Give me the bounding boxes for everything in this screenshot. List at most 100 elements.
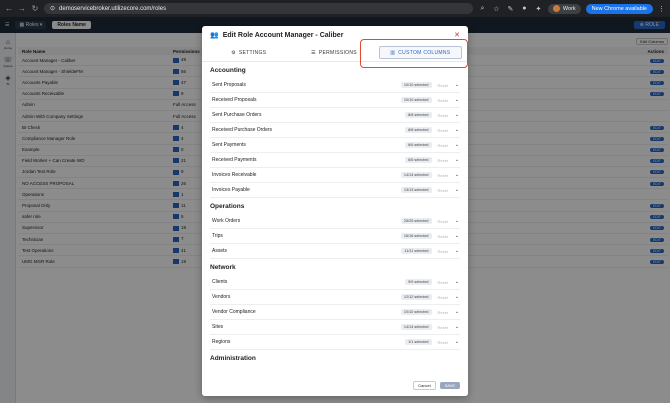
chrome-update-button[interactable]: New Chrome available (585, 3, 653, 14)
reset-button[interactable]: Reset (438, 173, 448, 178)
chevron-down-icon[interactable]: ⌄ (454, 97, 460, 103)
column-group-row[interactable]: Regions 1/1 selected Reset ⌄ (210, 335, 460, 350)
column-group-row[interactable]: Work Orders 25/25 selected Reset ⌄ (210, 214, 460, 229)
chevron-down-icon[interactable]: ⌄ (454, 187, 460, 193)
edit-button[interactable]: EDIT (650, 125, 664, 130)
column-group-name: Regions (212, 339, 231, 345)
edit-button[interactable]: EDIT (650, 92, 664, 97)
column-group-row[interactable]: Assets 11/11 selected Reset ⌄ (210, 244, 460, 259)
reload-icon[interactable]: ↻ (31, 4, 39, 13)
permission-count: 41 (181, 247, 187, 253)
reset-button[interactable]: Reset (438, 83, 448, 88)
reset-button[interactable]: Reset (438, 219, 448, 224)
edit-button[interactable]: EDIT (650, 80, 664, 85)
edit-button[interactable]: EDIT (650, 181, 664, 186)
cancel-button[interactable]: Cancel (413, 380, 436, 390)
reset-button[interactable]: Reset (438, 234, 448, 239)
column-group-row[interactable]: Clients 9/9 selected Reset ⌄ (210, 275, 460, 290)
edit-button[interactable]: EDIT (650, 226, 664, 231)
column-group-row[interactable]: Invoices Payable 13/13 selected Reset ⌄ (210, 183, 460, 198)
tab-settings[interactable]: ⚙ SETTINGS (208, 46, 289, 59)
reset-button[interactable]: Reset (438, 98, 448, 103)
site-info-icon[interactable]: ⊙ (50, 5, 55, 12)
column-group-row[interactable]: Received Proposals 10/10 selected Reset ⌄ (210, 93, 460, 108)
edit-button[interactable]: EDIT (650, 237, 664, 242)
column-group-row[interactable]: Trips 16/16 selected Reset ⌄ (210, 229, 460, 244)
reset-button[interactable]: Reset (438, 310, 448, 315)
permission-icon (173, 225, 179, 231)
extension-purple-icon[interactable]: ● (520, 5, 529, 12)
chevron-down-icon[interactable]: ⌄ (454, 233, 460, 239)
zoom-icon[interactable]: ⌕ (478, 5, 487, 13)
edit-button[interactable]: EDIT (650, 148, 664, 153)
permission-count: 9 (181, 91, 184, 96)
roles-select[interactable]: ▦ Roles ▾ (15, 21, 47, 29)
bookmark-star-icon[interactable]: ☆ (492, 5, 501, 13)
column-group-row[interactable]: Sent Purchase Orders 8/8 selected Reset ⌄ (210, 108, 460, 123)
add-role-label: ROLE (645, 22, 659, 28)
edit-columns-button[interactable]: Edit Columns (636, 37, 668, 45)
edit-button[interactable]: EDIT (650, 58, 664, 63)
chevron-down-icon[interactable]: ⌄ (454, 127, 460, 133)
chevron-down-icon[interactable]: ⌄ (454, 248, 460, 254)
column-group-row[interactable]: Vendors 12/12 selected Reset ⌄ (210, 290, 460, 305)
column-group-row[interactable]: Invoices Receivable 14/14 selected Reset ⌄ (210, 168, 460, 183)
reset-button[interactable]: Reset (438, 113, 448, 118)
edit-button[interactable]: EDIT (650, 136, 664, 141)
chevron-down-icon[interactable]: ⌄ (454, 157, 460, 163)
col-role-name[interactable]: Role Name (18, 49, 173, 54)
role-name: Account Manager - Caliber (22, 57, 76, 63)
menu-kebab-icon[interactable]: ⋮ (658, 5, 665, 13)
column-group-row[interactable]: Received Payments 6/6 selected Reset ⌄ (210, 153, 460, 168)
edit-button[interactable]: EDIT (650, 69, 664, 74)
extensions-puzzle-icon[interactable]: ✦ (534, 5, 543, 13)
chevron-down-icon[interactable]: ⌄ (454, 309, 460, 315)
reset-button[interactable]: Reset (438, 325, 448, 330)
hamburger-icon[interactable]: ☰ (5, 22, 9, 28)
role-name: Proposal Only (22, 203, 51, 209)
modal-body[interactable]: Accounting Sent Proposals 10/10 selected Re… (202, 62, 468, 374)
edit-button[interactable]: EDIT (650, 170, 664, 175)
reset-button[interactable]: Reset (438, 143, 448, 148)
close-icon[interactable]: ✕ (454, 31, 460, 39)
save-button[interactable]: SAVE (439, 381, 460, 389)
column-group-row[interactable]: Vendor Compliance 10/10 selected Reset ⌄ (210, 305, 460, 320)
chevron-down-icon[interactable]: ⌄ (454, 339, 460, 345)
reset-button[interactable]: Reset (438, 249, 448, 254)
sidebar-item-home[interactable]: ⌂ Home (0, 39, 16, 50)
chevron-down-icon[interactable]: ⌄ (454, 324, 460, 330)
edit-button[interactable]: EDIT (650, 259, 664, 264)
chevron-down-icon[interactable]: ⌄ (454, 218, 460, 224)
column-group-row[interactable]: Received Purchase Orders 8/8 selected Rese… (210, 123, 460, 138)
edit-button[interactable]: EDIT (650, 248, 664, 253)
edit-button[interactable]: EDIT (650, 204, 664, 209)
address-bar[interactable]: ⊙ demoservicebroker.utilizecore.com/role… (44, 3, 473, 14)
chevron-down-icon[interactable]: ⌄ (454, 82, 460, 88)
chevron-down-icon[interactable]: ⌄ (454, 279, 460, 285)
forward-icon[interactable]: → (18, 4, 26, 13)
roles-name-filter[interactable]: Roles Name (52, 21, 91, 29)
sidebar-item-bi[interactable]: ◈ BI (0, 74, 16, 86)
profile-button[interactable]: Work (547, 3, 581, 14)
chevron-down-icon[interactable]: ⌄ (454, 142, 460, 148)
reset-button[interactable]: Reset (438, 188, 448, 193)
reset-button[interactable]: Reset (438, 280, 448, 285)
back-icon[interactable]: ← (5, 4, 13, 13)
column-group-row[interactable]: Sent Proposals 10/10 selected Reset ⌄ (210, 78, 460, 93)
chevron-down-icon[interactable]: ⌄ (454, 112, 460, 118)
chevron-down-icon[interactable]: ⌄ (454, 294, 460, 300)
selected-count-badge: 14/14 selected (400, 172, 432, 178)
sidebar-item-queue[interactable]: ☏ Queue (0, 56, 16, 68)
edit-button[interactable]: EDIT (650, 215, 664, 220)
extension-icon[interactable]: ✎ (506, 5, 515, 13)
reset-button[interactable]: Reset (438, 128, 448, 133)
permission-count: 9 (181, 169, 184, 175)
edit-button[interactable]: EDIT (650, 159, 664, 164)
column-group-row[interactable]: Sent Payments 6/6 selected Reset ⌄ (210, 138, 460, 153)
reset-button[interactable]: Reset (438, 158, 448, 163)
reset-button[interactable]: Reset (438, 295, 448, 300)
reset-button[interactable]: Reset (438, 340, 448, 345)
add-role-button[interactable]: ⊕ ROLE (633, 21, 665, 29)
chevron-down-icon[interactable]: ⌄ (454, 172, 460, 178)
column-group-row[interactable]: Sites 14/14 selected Reset ⌄ (210, 320, 460, 335)
